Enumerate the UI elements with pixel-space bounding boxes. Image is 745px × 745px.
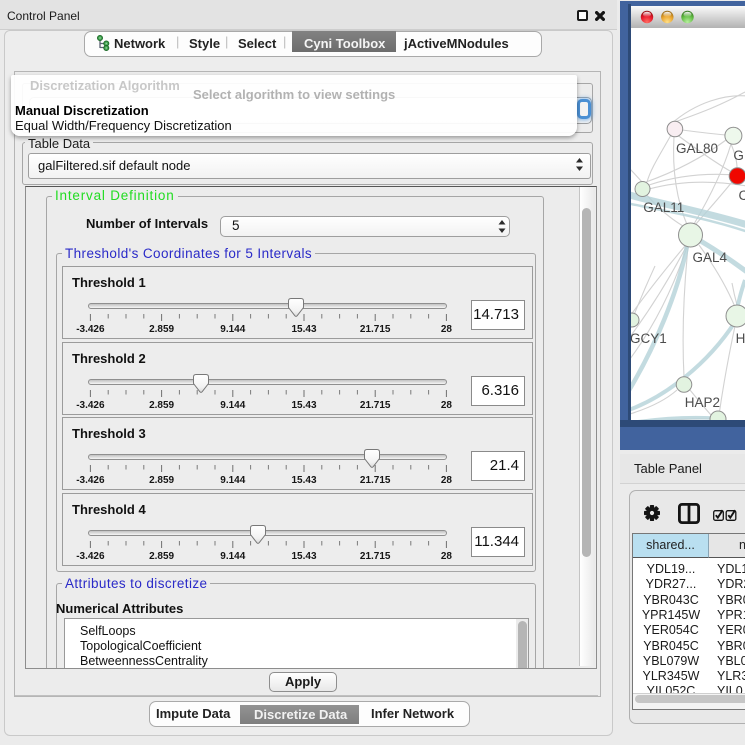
svg-text:GAL11: GAL11 <box>643 200 684 215</box>
svg-text:H: H <box>736 331 745 346</box>
svg-text:GCY1: GCY1 <box>631 331 667 346</box>
svg-text:C: C <box>739 188 745 203</box>
svg-text:G.: G. <box>733 148 745 163</box>
svg-text:GAL80: GAL80 <box>676 141 718 156</box>
svg-text:HAP2: HAP2 <box>685 395 720 410</box>
svg-text:GAL4: GAL4 <box>693 250 728 265</box>
